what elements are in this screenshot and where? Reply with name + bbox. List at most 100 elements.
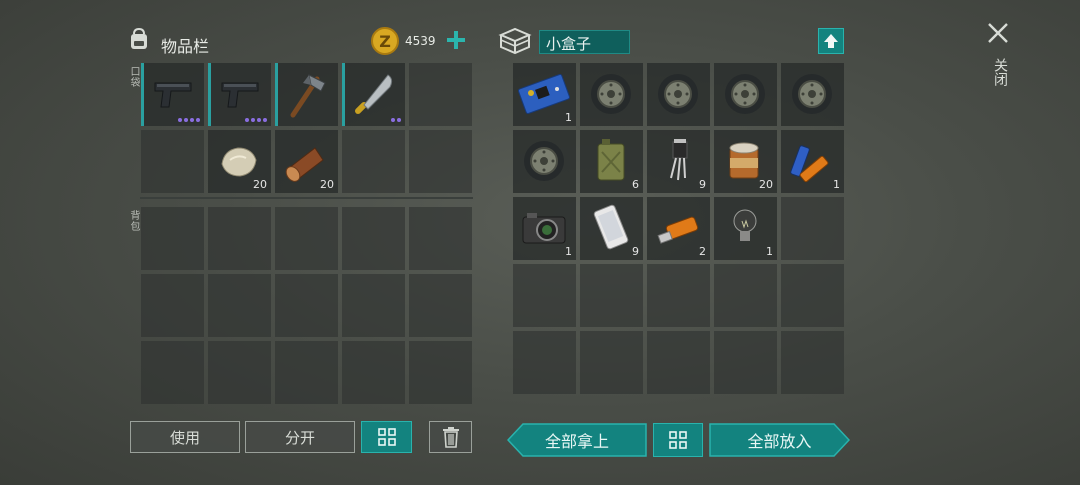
box-slot[interactable] — [714, 331, 777, 394]
box-slot[interactable] — [580, 63, 643, 126]
grid-icon — [669, 431, 687, 449]
sort-button[interactable] — [361, 421, 412, 453]
item-quantity: 9 — [699, 178, 706, 191]
item-quantity: 9 — [632, 245, 639, 258]
put-all-label: 全部放入 — [747, 432, 812, 451]
box-slot[interactable] — [781, 197, 844, 260]
backpack-slot[interactable] — [208, 207, 271, 270]
backpack-slot[interactable] — [141, 207, 204, 270]
backpack-slot[interactable] — [342, 341, 405, 404]
pocket-slot[interactable] — [141, 130, 204, 193]
item-quantity: 1 — [565, 111, 572, 124]
item-quantity: 20 — [253, 178, 267, 191]
backpack-slot[interactable] — [342, 207, 405, 270]
backpack-slot[interactable] — [409, 274, 472, 337]
box-slot[interactable] — [513, 130, 576, 193]
item-quantity: 20 — [759, 178, 773, 191]
item-quantity: 6 — [632, 178, 639, 191]
take-all-button[interactable]: 全部拿上 — [507, 423, 647, 457]
box-slot[interactable]: 1 — [513, 197, 576, 260]
backpack-slot[interactable] — [208, 341, 271, 404]
pocket-slot[interactable] — [208, 63, 271, 126]
pocket-slot[interactable]: 20 — [275, 130, 338, 193]
svg-text:Z: Z — [379, 32, 391, 51]
use-button[interactable]: 使用 — [130, 421, 240, 453]
close-icon[interactable] — [986, 21, 1010, 45]
coin-count: 4539 — [405, 34, 436, 48]
pocket-slot[interactable]: 20 — [208, 130, 271, 193]
box-slot[interactable]: 9 — [580, 197, 643, 260]
box-slot[interactable]: 6 — [580, 130, 643, 193]
pocket-slot[interactable] — [342, 130, 405, 193]
rarity-dots — [178, 118, 200, 122]
box-slot[interactable] — [647, 331, 710, 394]
box-slot[interactable] — [781, 264, 844, 327]
box-slot[interactable]: 20 — [714, 130, 777, 193]
coin-icon: Z — [371, 27, 399, 55]
item-quantity: 1 — [833, 178, 840, 191]
box-slot[interactable]: 2 — [647, 197, 710, 260]
item-quantity: 2 — [699, 245, 706, 258]
box-slot[interactable] — [513, 264, 576, 327]
box-slot[interactable]: 9 — [647, 130, 710, 193]
delete-button[interactable] — [429, 421, 472, 453]
grid-icon — [377, 428, 396, 446]
upload-button[interactable] — [818, 28, 844, 54]
box-sort-button[interactable] — [653, 423, 703, 457]
add-coins-button[interactable] — [444, 28, 468, 52]
box-slot[interactable] — [580, 331, 643, 394]
backpack-slot[interactable] — [342, 274, 405, 337]
backpack-slot[interactable] — [275, 274, 338, 337]
backpack-slot[interactable] — [141, 341, 204, 404]
item-quantity: 1 — [766, 245, 773, 258]
item-quantity: 1 — [565, 245, 572, 258]
take-all-label: 全部拿上 — [544, 432, 609, 451]
backpack-icon — [127, 27, 151, 51]
pistol-icon — [208, 63, 271, 126]
pocket-slot[interactable] — [409, 130, 472, 193]
backpack-slot[interactable] — [208, 274, 271, 337]
wheel-icon — [513, 130, 576, 193]
wheel-icon — [580, 63, 643, 126]
machete-icon — [342, 63, 405, 126]
pocket-label: 口袋 — [128, 66, 139, 88]
box-icon — [498, 27, 532, 55]
backpack-slot[interactable] — [409, 207, 472, 270]
wheel-icon — [781, 63, 844, 126]
split-button[interactable]: 分开 — [245, 421, 355, 453]
pistol-icon — [141, 63, 204, 126]
box-slot[interactable] — [714, 264, 777, 327]
backpack-slot[interactable] — [409, 341, 472, 404]
backpack-slot[interactable] — [275, 207, 338, 270]
wheel-icon — [647, 63, 710, 126]
backpack-label: 背包 — [128, 210, 139, 232]
box-slot[interactable]: 1 — [714, 197, 777, 260]
backpack-slot[interactable] — [275, 341, 338, 404]
pocket-slot[interactable] — [275, 63, 338, 126]
box-slot[interactable] — [781, 331, 844, 394]
pocket-slot[interactable] — [141, 63, 204, 126]
pocket-slot[interactable] — [409, 63, 472, 126]
close-label[interactable]: 关闭 — [990, 58, 1010, 86]
trash-icon — [442, 427, 459, 448]
container-name-field[interactable]: 小盒子 — [539, 30, 630, 54]
box-slot[interactable] — [580, 264, 643, 327]
box-slot[interactable] — [714, 63, 777, 126]
rarity-dots — [391, 118, 401, 122]
wheel-icon — [714, 63, 777, 126]
rarity-dots — [245, 118, 267, 122]
box-slot[interactable] — [513, 331, 576, 394]
put-all-button[interactable]: 全部放入 — [709, 423, 850, 457]
divider — [140, 197, 473, 199]
container-name: 小盒子 — [546, 35, 592, 53]
box-slot[interactable]: 1 — [513, 63, 576, 126]
box-slot[interactable] — [781, 63, 844, 126]
pocket-slot[interactable] — [342, 63, 405, 126]
box-slot[interactable] — [647, 63, 710, 126]
box-slot[interactable] — [647, 264, 710, 327]
item-quantity: 20 — [320, 178, 334, 191]
inventory-title: 物品栏 — [161, 37, 210, 56]
backpack-slot[interactable] — [141, 274, 204, 337]
box-slot[interactable]: 1 — [781, 130, 844, 193]
hatchet-icon — [275, 63, 338, 126]
